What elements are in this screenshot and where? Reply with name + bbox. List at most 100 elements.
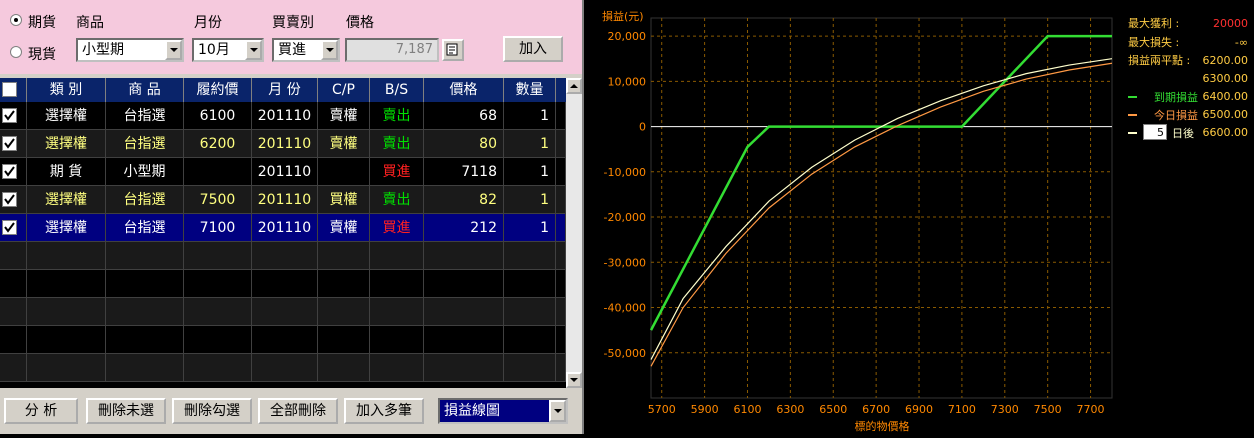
cell-cp: 賣權 <box>318 214 370 242</box>
scroll-up-button[interactable] <box>566 78 582 94</box>
month-select[interactable]: 10月 <box>192 38 264 62</box>
cell-cp: 賣權 <box>318 102 370 130</box>
col-bs[interactable]: B/S <box>370 78 424 102</box>
cell-price: 80 <box>424 130 504 158</box>
cell-price <box>424 242 504 270</box>
col-cp[interactable]: C/P <box>318 78 370 102</box>
add-multiple-button[interactable]: 加入多筆 <box>344 398 424 424</box>
row-checkbox[interactable] <box>2 164 17 179</box>
cell-month <box>252 326 318 354</box>
scroll-down-button[interactable] <box>566 372 582 388</box>
cell-qty <box>504 270 556 298</box>
chevron-down-icon[interactable] <box>549 400 566 422</box>
cell-cp <box>318 354 370 382</box>
check-icon <box>4 138 15 149</box>
cell-filler <box>556 270 566 298</box>
arrow-up-icon <box>570 84 578 88</box>
row-checkbox[interactable] <box>2 220 17 235</box>
cell-bs <box>370 270 424 298</box>
days-input[interactable]: 5 <box>1143 124 1167 140</box>
price-input[interactable]: 7,187 <box>345 38 439 62</box>
cell-select <box>0 354 27 382</box>
row-checkbox[interactable] <box>2 136 17 151</box>
table-row[interactable]: 選擇權 台指選 6100 201110 賣權 賣出 68 1 <box>0 102 566 130</box>
x-tick-label: 7300 <box>991 403 1019 416</box>
table-row[interactable]: 期 貨小型期 201110 買進 7118 1 <box>0 158 566 186</box>
cell-filler <box>556 298 566 326</box>
x-tick-label: 6300 <box>776 403 804 416</box>
cell-strike <box>184 298 252 326</box>
table-row[interactable]: 選擇權 台指選 7100 201110 賣權 買進 212 1 <box>0 214 566 242</box>
x-tick-label: 5900 <box>691 403 719 416</box>
col-product[interactable]: 商 品 <box>106 78 184 102</box>
cell-product: 台指選 <box>106 214 184 242</box>
cell-category <box>27 354 106 382</box>
cell-strike: 7100 <box>184 214 252 242</box>
cell-strike <box>184 270 252 298</box>
chevron-down-icon[interactable] <box>321 40 338 60</box>
check-icon <box>4 222 15 233</box>
y-tick-label: -30,000 <box>604 256 646 269</box>
delete-checked-button[interactable]: 刪除勾選 <box>172 398 252 424</box>
cell-select <box>0 326 27 354</box>
cell-cp: 買權 <box>318 186 370 214</box>
cell-strike <box>184 326 252 354</box>
chevron-down-icon[interactable] <box>165 40 182 60</box>
calculator-button[interactable] <box>442 39 464 61</box>
cell-category <box>27 326 106 354</box>
arrow-down-icon <box>570 378 578 382</box>
cell-category: 選擇權 <box>27 102 106 130</box>
delete-unchecked-button[interactable]: 刪除未選 <box>86 398 166 424</box>
select-all-checkbox[interactable] <box>2 82 17 97</box>
row-checkbox[interactable] <box>2 108 17 123</box>
col-price[interactable]: 價格 <box>424 78 504 102</box>
calculator-icon <box>446 43 458 56</box>
table-row[interactable]: 選擇權 台指選 7500 201110 買權 賣出 82 1 <box>0 186 566 214</box>
cell-filler <box>556 326 566 354</box>
add-button[interactable]: 加入 <box>503 36 563 62</box>
cell-price <box>424 270 504 298</box>
cell-strike <box>184 354 252 382</box>
cell-month: 201110 <box>252 214 318 242</box>
cell-price <box>424 298 504 326</box>
side-select[interactable]: 買進 <box>272 38 340 62</box>
cell-product <box>106 326 184 354</box>
analyze-button[interactable]: 分 析 <box>4 398 78 424</box>
cell-filler <box>556 158 566 186</box>
x-tick-label: 6100 <box>733 403 761 416</box>
delete-all-button[interactable]: 全部刪除 <box>258 398 338 424</box>
view-select[interactable]: 損益線圖 <box>438 398 568 424</box>
cell-bs: 買進 <box>370 158 424 186</box>
x-tick-label: 7100 <box>948 403 976 416</box>
cell-month <box>252 354 318 382</box>
y-axis-title: 損益(元) <box>602 9 644 23</box>
cell-month: 201110 <box>252 102 318 130</box>
table-row[interactable]: 選擇權 台指選 6200 201110 賣權 賣出 80 1 <box>0 130 566 158</box>
month-label: 月份 <box>194 15 222 31</box>
vertical-scrollbar[interactable] <box>566 78 582 388</box>
col-qty[interactable]: 數量 <box>504 78 556 102</box>
spot-label: 現貨 <box>28 47 56 63</box>
col-category[interactable]: 類 別 <box>27 78 106 102</box>
chevron-down-icon[interactable] <box>245 40 262 60</box>
cell-filler <box>556 186 566 214</box>
breakeven-label: 損益兩平點 : <box>1128 53 1190 67</box>
product-select[interactable]: 小型期 <box>76 38 184 62</box>
max-profit-label: 最大獲利 : <box>1128 16 1179 30</box>
cell-category <box>27 298 106 326</box>
cell-category: 選擇權 <box>27 186 106 214</box>
y-tick-label: -20,000 <box>604 211 646 224</box>
cell-product: 台指選 <box>106 130 184 158</box>
cell-cp <box>318 326 370 354</box>
cell-bs <box>370 326 424 354</box>
spot-radio[interactable] <box>10 46 22 58</box>
futures-radio[interactable] <box>10 14 22 26</box>
y-tick-label: 20,000 <box>608 30 647 43</box>
row-checkbox[interactable] <box>2 192 17 207</box>
cell-filler <box>556 354 566 382</box>
col-strike[interactable]: 履約價 <box>184 78 252 102</box>
cell-category <box>27 270 106 298</box>
x-tick-label: 7500 <box>1034 403 1062 416</box>
y-tick-label: 10,000 <box>608 75 647 88</box>
col-month[interactable]: 月 份 <box>252 78 318 102</box>
